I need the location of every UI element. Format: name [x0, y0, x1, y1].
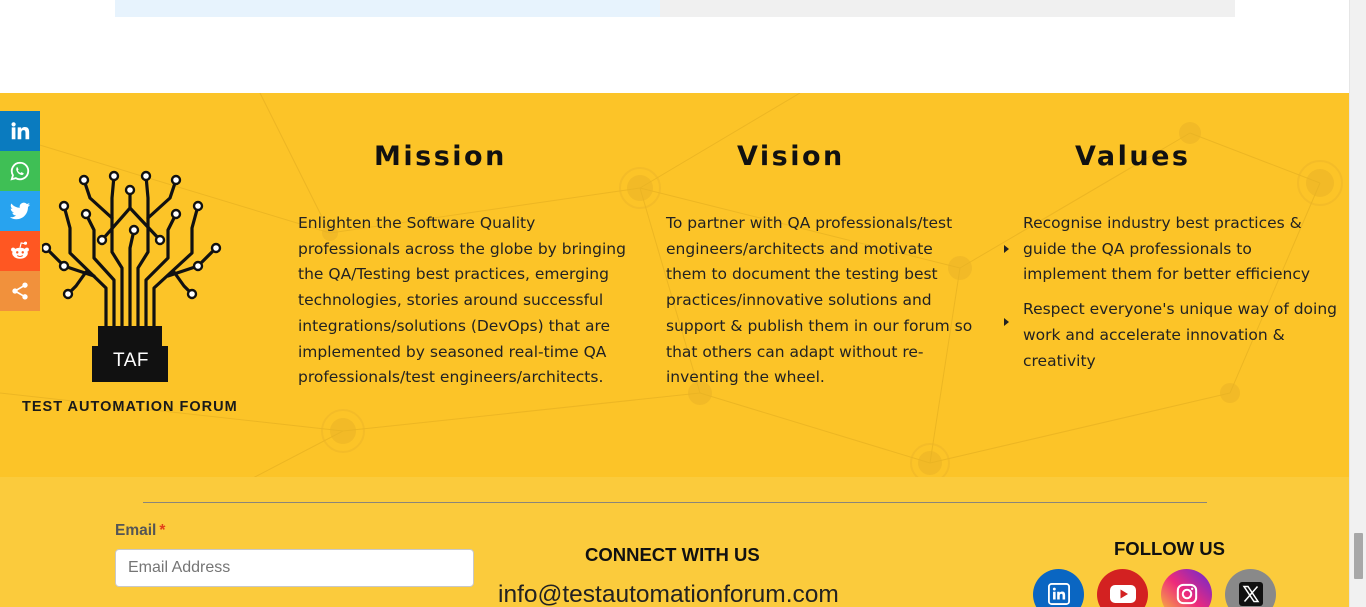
values-list: Recognise industry best practices & guid…	[1002, 211, 1337, 383]
values-item: Recognise industry best practices & guid…	[1002, 211, 1337, 288]
values-item-text: Recognise industry best practices & guid…	[1023, 214, 1311, 284]
vision-text: To partner with QA professionals/test en…	[666, 214, 973, 387]
values-item: Respect everyone's unique way of doing w…	[1002, 297, 1337, 374]
x-icon	[1238, 581, 1263, 606]
share-reddit-button[interactable]	[0, 231, 40, 271]
email-input[interactable]	[115, 549, 474, 587]
linkedin-icon	[11, 122, 30, 140]
values-item-text: Respect everyone's unique way of doing w…	[1023, 300, 1337, 370]
share-icon	[12, 282, 28, 300]
share-more-button[interactable]	[0, 271, 40, 311]
contact-email-link[interactable]: info@testautomationforum.com	[498, 581, 839, 607]
values-title: Values	[1075, 141, 1191, 172]
social-share-bar	[0, 111, 40, 311]
page-scrollbar[interactable]	[1349, 0, 1366, 607]
reddit-icon	[11, 241, 29, 259]
twitter-icon	[9, 202, 31, 220]
youtube-icon	[1109, 584, 1136, 603]
share-twitter-button[interactable]	[0, 191, 40, 231]
page: TAF TEST AUTOMATION FORUM Mission Enligh…	[0, 0, 1366, 607]
linkedin-icon	[1047, 582, 1070, 605]
logo-badge-text: TAF	[113, 350, 149, 371]
top-content-strip-right	[660, 0, 1235, 17]
share-linkedin-button[interactable]	[0, 111, 40, 151]
instagram-icon	[1176, 583, 1197, 604]
connect-title: CONNECT WITH US	[585, 544, 760, 565]
vision-title: Vision	[737, 141, 845, 172]
top-content-strip	[115, 0, 660, 17]
caret-right-icon	[1004, 318, 1009, 327]
email-label: Email *	[115, 522, 165, 540]
scrollbar-thumb[interactable]	[1354, 533, 1363, 579]
whatsapp-icon	[10, 161, 30, 181]
footer-divider	[143, 502, 1207, 503]
email-label-text: Email	[115, 522, 157, 539]
mission-title: Mission	[374, 141, 507, 172]
caret-right-icon	[1004, 245, 1009, 253]
required-marker: *	[159, 522, 166, 539]
share-whatsapp-button[interactable]	[0, 151, 40, 191]
mission-text: Enlighten the Software Quality professio…	[298, 214, 626, 387]
logo-caption: TEST AUTOMATION FORUM	[22, 399, 238, 415]
follow-title: FOLLOW US	[1114, 538, 1225, 559]
